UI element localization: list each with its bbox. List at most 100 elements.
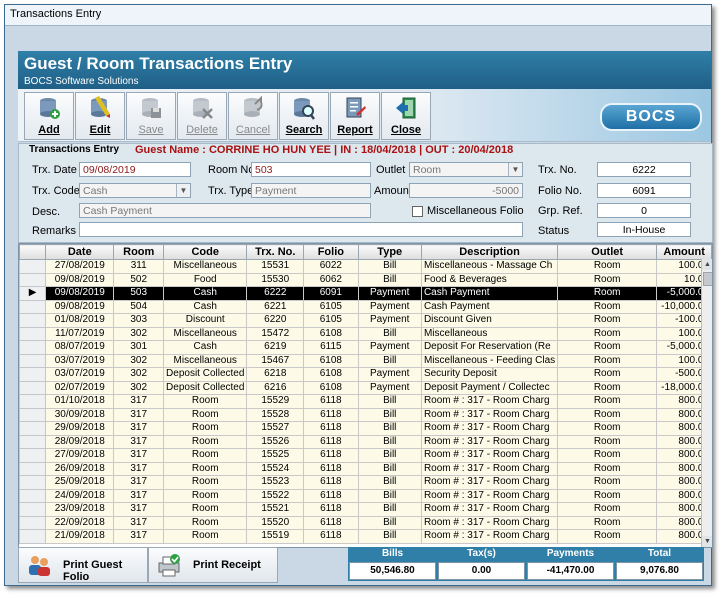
table-cell[interactable]: Miscellaneous - Feeding Clas — [420, 353, 559, 368]
table-cell[interactable]: 502 — [113, 272, 165, 287]
table-cell[interactable]: 23/09/2018 — [45, 502, 115, 517]
table-cell[interactable]: 25/09/2018 — [45, 475, 115, 490]
table-cell[interactable]: 15530 — [246, 272, 305, 287]
table-cell[interactable]: 15519 — [246, 529, 305, 544]
table-row[interactable]: 01/10/2018 317 Room 15529 6118 Bill Room # : 3… — [19, 394, 712, 409]
table-row[interactable]: 27/09/2018 317 Room 15525 6118 Bill Room # : 3… — [19, 448, 712, 463]
table-cell[interactable]: 317 — [113, 461, 165, 476]
table-cell[interactable]: 15521 — [246, 502, 305, 517]
report-button[interactable]: Report — [330, 92, 380, 140]
table-cell[interactable]: 6220 — [246, 313, 305, 328]
table-cell[interactable]: 317 — [113, 421, 165, 436]
row-indicator[interactable] — [19, 461, 47, 476]
table-cell[interactable]: 302 — [113, 367, 165, 382]
table-cell[interactable]: Room # : 317 - Room Charg — [420, 394, 559, 409]
table-cell[interactable]: Room — [163, 529, 248, 544]
table-cell[interactable]: 27/09/2018 — [45, 448, 115, 463]
trx-type-field[interactable]: Payment — [251, 183, 371, 198]
table-cell[interactable]: Room — [557, 434, 658, 449]
table-cell[interactable]: 6118 — [303, 434, 359, 449]
table-cell[interactable]: 317 — [113, 434, 165, 449]
column-header[interactable]: Room — [113, 244, 165, 260]
table-row[interactable]: 21/09/2018 317 Room 15519 6118 Bill Room # : 3… — [19, 529, 712, 544]
table-cell[interactable]: Room # : 317 - Room Charg — [420, 407, 559, 422]
table-cell[interactable]: Room — [557, 515, 658, 530]
table-row[interactable]: 02/07/2019 302 Deposit Collected 6216 6108 Pa… — [19, 380, 712, 395]
table-cell[interactable]: 15526 — [246, 434, 305, 449]
table-cell[interactable]: 303 — [113, 313, 165, 328]
row-indicator[interactable] — [19, 367, 47, 382]
row-indicator[interactable] — [19, 394, 47, 409]
table-cell[interactable]: 317 — [113, 515, 165, 530]
folio-no-field[interactable]: 6091 — [597, 183, 691, 198]
table-cell[interactable]: Food & Beverages — [420, 272, 559, 287]
close-button[interactable]: Close — [381, 92, 431, 140]
table-cell[interactable]: 24/09/2018 — [45, 488, 115, 503]
table-cell[interactable]: 504 — [113, 299, 165, 314]
table-cell[interactable]: 302 — [113, 326, 165, 341]
table-cell[interactable]: Room — [557, 407, 658, 422]
table-cell[interactable]: Food — [163, 272, 248, 287]
table-row[interactable]: 11/07/2019 302 Miscellaneous 15472 6108 Bill M… — [19, 326, 712, 341]
table-cell[interactable]: 6105 — [303, 313, 359, 328]
outlet-dropdown-icon[interactable]: ▼ — [508, 163, 522, 176]
print-receipt-button[interactable]: Print Receipt — [148, 547, 278, 583]
table-cell[interactable]: 6105 — [303, 299, 359, 314]
table-cell[interactable]: Room # : 317 - Room Charg — [420, 502, 559, 517]
print-guest-folio-button[interactable]: Print Guest Folio — [18, 547, 148, 583]
table-cell[interactable]: Bill — [357, 515, 422, 530]
table-cell[interactable]: 15522 — [246, 488, 305, 503]
table-cell[interactable]: Bill — [357, 488, 422, 503]
table-cell[interactable]: 26/09/2018 — [45, 461, 115, 476]
table-row[interactable]: 03/07/2019 302 Miscellaneous 15467 6108 Bill M… — [19, 353, 712, 368]
table-cell[interactable]: Room — [557, 326, 658, 341]
table-cell[interactable]: Bill — [357, 421, 422, 436]
table-row[interactable]: 09/08/2019 502 Food 15530 6062 Bill Food & Bev… — [19, 272, 712, 287]
table-cell[interactable]: Bill — [357, 407, 422, 422]
table-cell[interactable]: Bill — [357, 434, 422, 449]
table-cell[interactable]: Bill — [357, 475, 422, 490]
edit-button[interactable]: Edit — [75, 92, 125, 140]
table-cell[interactable]: Payment — [357, 367, 422, 382]
table-cell[interactable]: Room — [163, 515, 248, 530]
outlet-select[interactable]: Room ▼ — [409, 162, 523, 177]
table-cell[interactable]: 15528 — [246, 407, 305, 422]
table-cell[interactable]: Miscellaneous — [163, 353, 248, 368]
search-button[interactable]: Search — [279, 92, 329, 140]
table-row[interactable]: 29/09/2018 317 Room 15527 6118 Bill Room # : 3… — [19, 421, 712, 436]
table-cell[interactable]: 302 — [113, 353, 165, 368]
row-indicator[interactable] — [19, 515, 47, 530]
column-header[interactable]: Folio — [303, 244, 359, 260]
table-cell[interactable]: Room — [163, 502, 248, 517]
table-cell[interactable]: 6118 — [303, 394, 359, 409]
table-cell[interactable]: 15523 — [246, 475, 305, 490]
misc-folio-checkbox[interactable] — [412, 206, 423, 217]
row-indicator[interactable] — [19, 326, 47, 341]
table-cell[interactable]: Room — [557, 340, 658, 355]
table-cell[interactable]: Room — [163, 421, 248, 436]
column-header[interactable]: Trx. No. — [246, 244, 305, 260]
table-cell[interactable]: 311 — [113, 259, 165, 274]
add-button[interactable]: Add — [24, 92, 74, 140]
column-header[interactable]: Date — [45, 244, 115, 260]
table-cell[interactable]: 09/08/2019 — [45, 272, 115, 287]
table-cell[interactable]: Bill — [357, 259, 422, 274]
table-cell[interactable]: Bill — [357, 326, 422, 341]
table-cell[interactable]: 15527 — [246, 421, 305, 436]
table-cell[interactable]: Room — [557, 461, 658, 476]
table-cell[interactable]: Room — [163, 461, 248, 476]
table-cell[interactable]: Bill — [357, 461, 422, 476]
table-cell[interactable]: 503 — [113, 286, 165, 301]
table-cell[interactable]: Room # : 317 - Room Charg — [420, 488, 559, 503]
row-indicator[interactable] — [19, 272, 47, 287]
table-cell[interactable]: Payment — [357, 299, 422, 314]
table-cell[interactable]: 15525 — [246, 448, 305, 463]
table-row[interactable]: 27/08/2019 311 Miscellaneous 15531 6022 Bill M… — [19, 259, 712, 274]
table-cell[interactable]: 317 — [113, 475, 165, 490]
table-cell[interactable]: 28/09/2018 — [45, 434, 115, 449]
table-cell[interactable]: 6022 — [303, 259, 359, 274]
table-cell[interactable]: 15529 — [246, 394, 305, 409]
table-cell[interactable]: Room — [557, 421, 658, 436]
table-cell[interactable]: Room # : 317 - Room Charg — [420, 475, 559, 490]
row-indicator[interactable] — [19, 448, 47, 463]
